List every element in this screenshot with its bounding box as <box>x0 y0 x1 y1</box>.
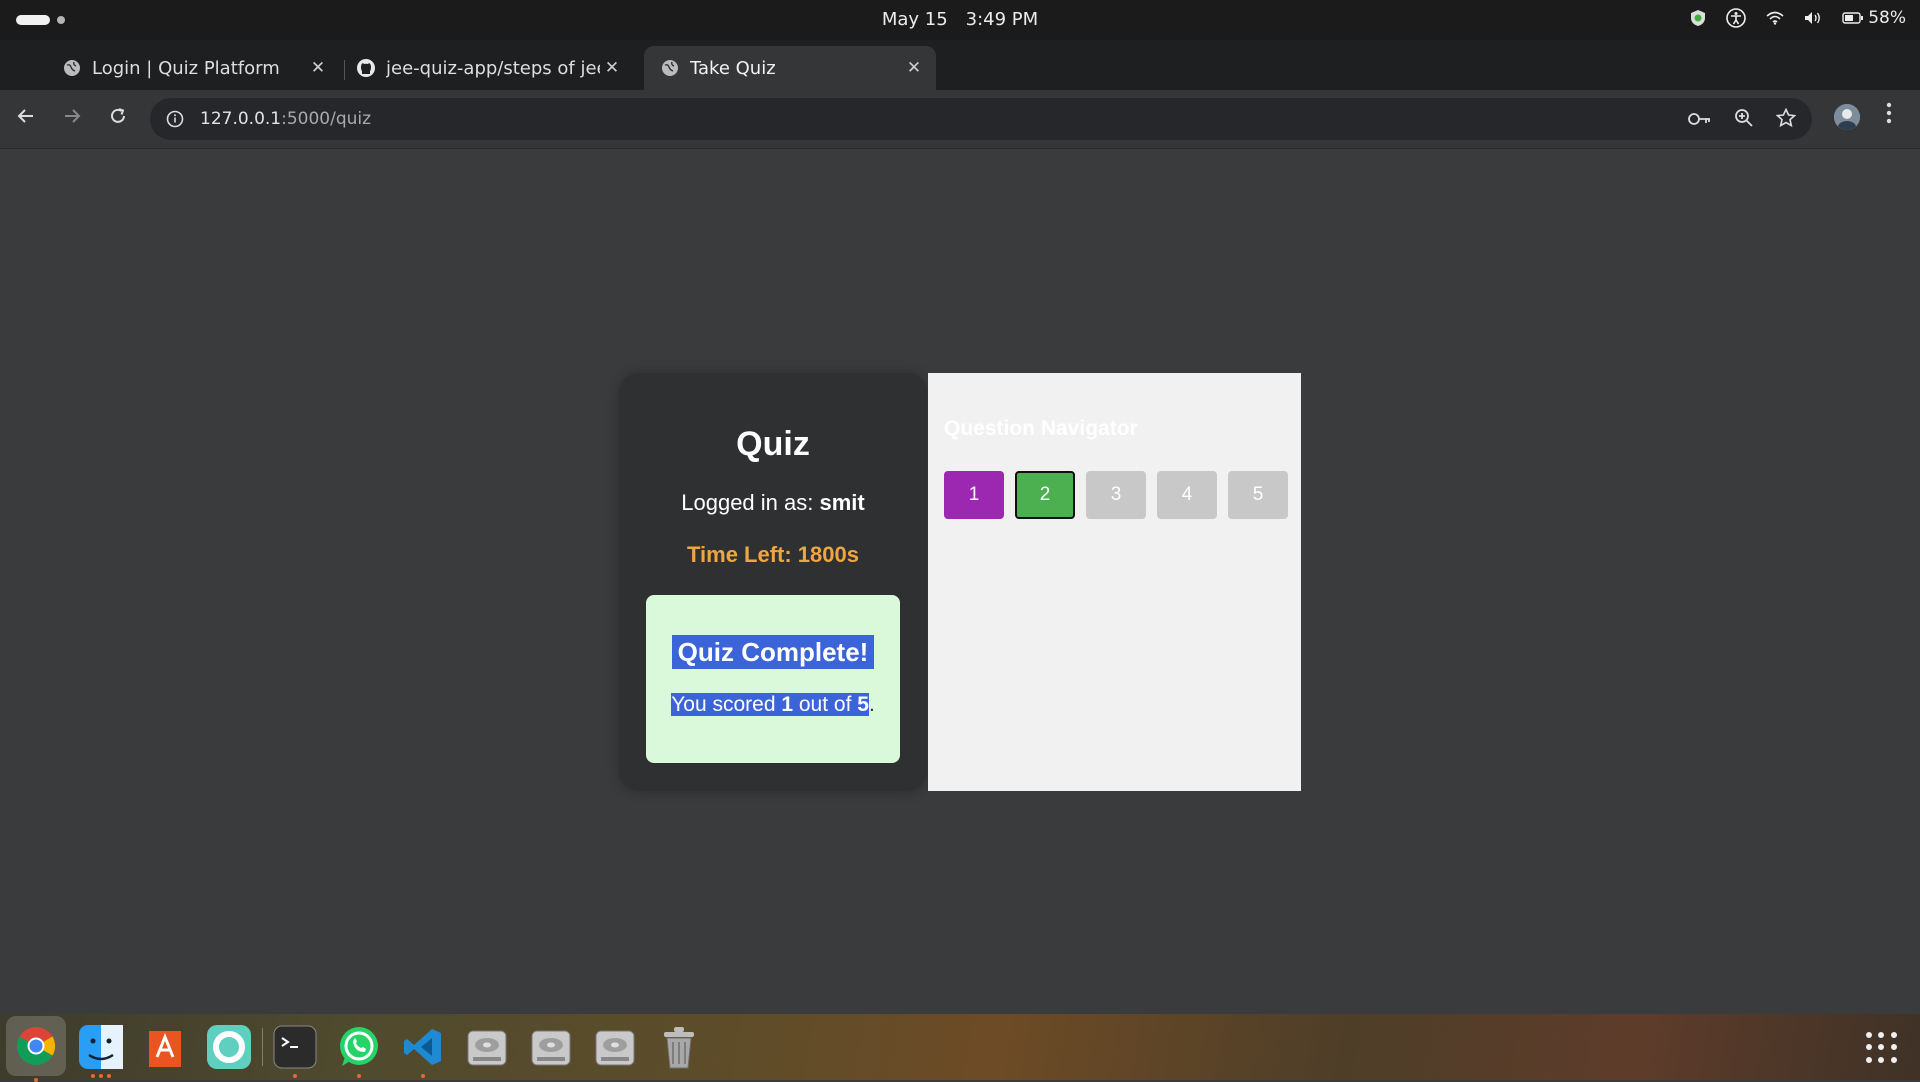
dock-help[interactable] <box>204 1022 254 1072</box>
vscode-icon <box>404 1029 441 1065</box>
arrow-right-icon <box>65 109 81 123</box>
tab-title: jee-quiz-app/steps of jee <box>386 57 600 79</box>
dock <box>0 1014 1920 1082</box>
battery-percent: 58% <box>1868 8 1906 28</box>
quiz-card: Quiz Logged in as: smit Time Left: 1800s… <box>619 373 927 791</box>
chrome-icon <box>16 1027 56 1066</box>
question-button-1[interactable]: 1 <box>944 471 1004 519</box>
dock-app-center[interactable] <box>140 1022 190 1072</box>
tab-title: Take Quiz <box>690 57 776 79</box>
tab-github[interactable]: jee-quiz-app/steps of jee ✕ <box>340 46 634 90</box>
username: smit <box>819 490 865 515</box>
tab-take-quiz[interactable]: Take Quiz ✕ <box>644 46 936 90</box>
dock-drive-3[interactable] <box>590 1022 640 1072</box>
battery-indicator[interactable]: 58% <box>1842 8 1906 28</box>
tab-title: Login | Quiz Platform <box>92 57 280 79</box>
question-button-5[interactable]: 5 <box>1228 471 1288 519</box>
result-box: Quiz Complete! You scored 1 out of 5. <box>646 595 900 763</box>
url-host: 127.0.0.1 <box>200 109 282 129</box>
zoom-icon[interactable] <box>1734 108 1754 132</box>
tab-strip: Login | Quiz Platform ✕ jee-quiz-app/ste… <box>0 40 1920 120</box>
more-vertical-icon <box>1886 102 1892 124</box>
dock-drive-1[interactable] <box>462 1022 512 1072</box>
dock-finder[interactable] <box>76 1022 126 1078</box>
back-button[interactable] <box>16 106 36 132</box>
question-navigator: Question Navigator 1 2 3 4 5 <box>928 373 1301 791</box>
finder-icon <box>79 1025 123 1069</box>
question-button-3[interactable]: 3 <box>1086 471 1146 519</box>
date-label: May 15 <box>881 9 948 30</box>
accessibility-icon[interactable] <box>1726 8 1747 28</box>
dock-whatsapp[interactable] <box>334 1022 384 1078</box>
bookmark-star-icon[interactable] <box>1775 107 1797 132</box>
logged-in-label: Logged in as: smit <box>619 490 927 516</box>
site-info-icon[interactable] <box>166 110 184 128</box>
navigator-title: Question Navigator <box>944 417 1138 440</box>
dock-vscode[interactable] <box>398 1022 448 1078</box>
close-tab-icon[interactable]: ✕ <box>902 58 926 78</box>
terminal-icon <box>273 1025 317 1069</box>
whatsapp-icon <box>340 1027 378 1066</box>
dock-drive-2[interactable] <box>526 1022 576 1072</box>
globe-icon <box>62 58 82 78</box>
question-button-4[interactable]: 4 <box>1157 471 1217 519</box>
close-tab-icon[interactable]: ✕ <box>600 58 624 78</box>
time-left: Time Left: 1800s <box>686 542 859 567</box>
battery-icon <box>1842 12 1864 24</box>
dock-chrome[interactable] <box>6 1016 66 1082</box>
score-suffix: . <box>868 693 875 716</box>
tab-login[interactable]: Login | Quiz Platform ✕ <box>46 46 340 90</box>
score-value: 1 <box>781 693 794 716</box>
page-viewport: Quiz Logged in as: smit Time Left: 1800s… <box>0 149 1920 1013</box>
app-center-icon <box>149 1031 181 1067</box>
score-middle: out of <box>793 693 858 716</box>
close-tab-icon[interactable]: ✕ <box>306 58 330 78</box>
globe-icon <box>660 58 680 78</box>
score-total: 5 <box>857 693 869 716</box>
avatar-icon <box>1834 104 1860 130</box>
github-icon <box>356 58 376 78</box>
trash-icon <box>664 1027 694 1069</box>
result-title: Quiz Complete! <box>671 635 875 669</box>
page-title: Quiz <box>736 425 810 463</box>
dock-terminal[interactable] <box>270 1022 320 1078</box>
browser-menu-button[interactable] <box>1886 102 1892 130</box>
dock-trash[interactable] <box>654 1022 704 1072</box>
score-prefix: You scored <box>671 693 782 716</box>
browser-toolbar: 127.0.0.1:5000/quiz <box>0 90 1920 149</box>
url-text[interactable]: 127.0.0.1:5000/quiz <box>200 109 371 129</box>
shield-icon[interactable] <box>1690 9 1706 27</box>
password-key-icon[interactable] <box>1688 111 1712 130</box>
forward-button[interactable] <box>62 106 82 132</box>
show-apps-button[interactable] <box>1866 1032 1898 1064</box>
clock[interactable]: May 15 3:49 PM <box>0 9 1920 30</box>
score-line: You scored 1 out of 5. <box>646 693 900 717</box>
time-label: 3:49 PM <box>965 9 1039 30</box>
drive-icon <box>531 1030 571 1066</box>
wifi-icon[interactable] <box>1766 11 1784 25</box>
system-tray[interactable]: 58% <box>1690 8 1906 28</box>
address-bar[interactable]: 127.0.0.1:5000/quiz <box>150 98 1812 140</box>
logged-in-prefix: Logged in as: <box>681 490 820 515</box>
reload-button[interactable] <box>108 106 128 132</box>
volume-icon[interactable] <box>1804 11 1822 25</box>
reload-icon <box>111 108 125 123</box>
drive-icon <box>595 1030 635 1066</box>
arrow-left-icon <box>17 109 33 123</box>
help-icon <box>207 1025 251 1069</box>
question-button-2[interactable]: 2 <box>1015 471 1075 519</box>
profile-avatar[interactable] <box>1834 104 1860 130</box>
drive-icon <box>467 1030 507 1066</box>
url-path: :5000/quiz <box>281 109 372 129</box>
system-top-bar: May 15 3:49 PM 58% <box>0 0 1920 40</box>
